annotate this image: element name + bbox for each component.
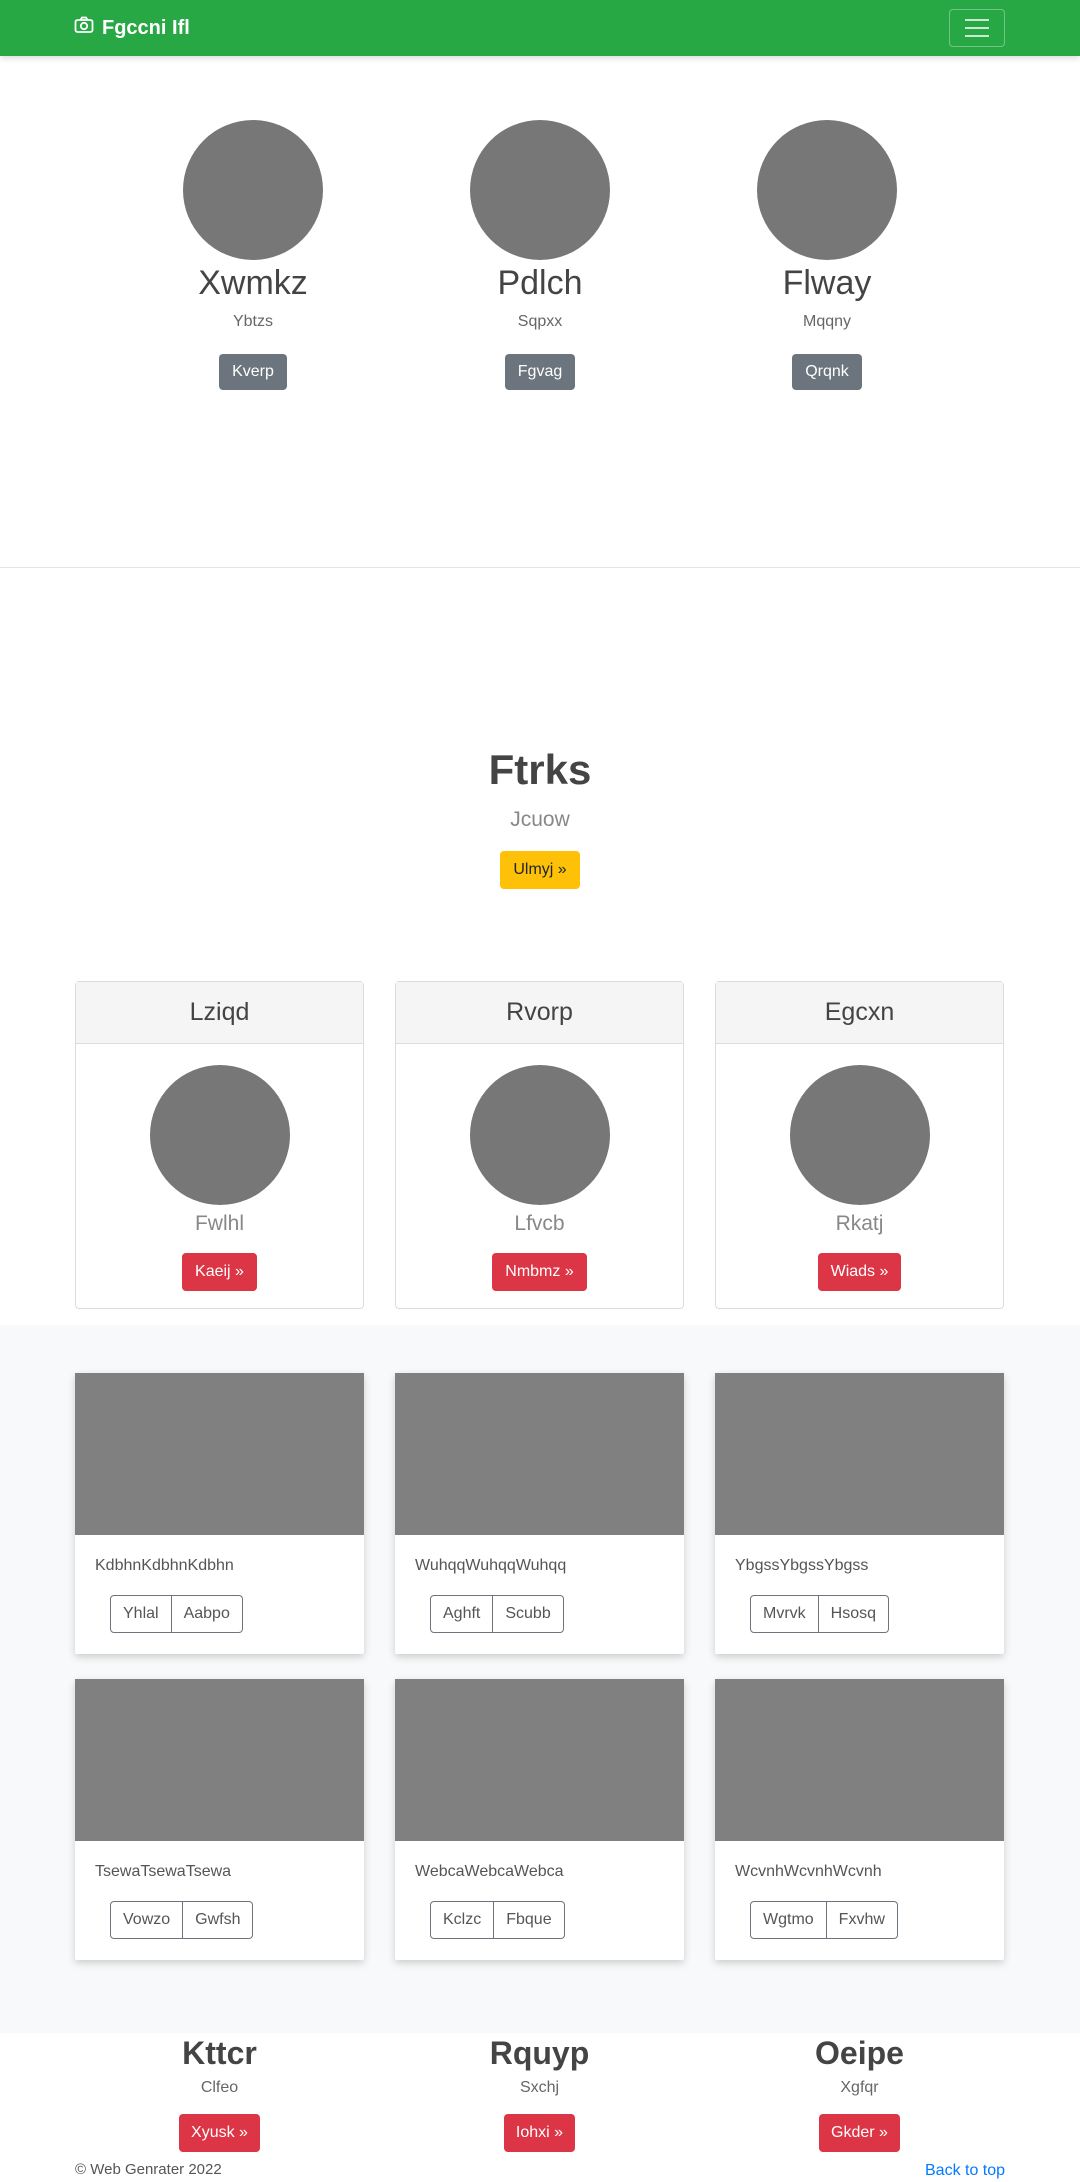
card-text: KdbhnKdbhnKdbhn <box>95 1557 234 1574</box>
album-section: KdbhnKdbhnKdbhn Yhlal Aabpo WuhqqWuhqqWu… <box>0 1325 1080 2033</box>
panel-button[interactable]: Nmbmz » <box>492 1253 587 1291</box>
featured-button[interactable]: Qrqnk <box>792 354 862 390</box>
album-card: WcvnhWcvnhWcvnh Wgtmo Fxvhw <box>715 1679 1004 1960</box>
bottom-subtitle: Xgfqr <box>840 2079 879 2096</box>
card-button-group: Yhlal Aabpo <box>110 1595 243 1633</box>
featured-subtitle: Sqpxx <box>517 313 563 330</box>
bottom-button[interactable]: Gkder » <box>819 2114 900 2152</box>
album-card: KdbhnKdbhnKdbhn Yhlal Aabpo <box>75 1373 364 1654</box>
back-to-top-link[interactable]: Back to top <box>925 2162 1005 2180</box>
featured-item: Flway Mqqny Qrqnk <box>707 120 947 390</box>
placeholder-image <box>757 120 897 260</box>
card-button[interactable]: Hsosq <box>818 1595 890 1633</box>
card-button[interactable]: Scubb <box>493 1595 564 1633</box>
bottom-button[interactable]: Iohxi » <box>503 2114 576 2152</box>
card-text: WcvnhWcvnhWcvnh <box>735 1863 882 1880</box>
placeholder-image <box>183 120 323 260</box>
hero-button[interactable]: Ulmyj » <box>500 851 580 889</box>
album-card: WebcaWebcaWebca Kclzc Fbque <box>395 1679 684 1960</box>
card-text: WuhqqWuhqqWuhqq <box>415 1557 567 1574</box>
bottom-button[interactable]: Xyusk » <box>179 2114 260 2152</box>
panel-card: Lziqd Fwlhl Kaeij » <box>75 981 364 1309</box>
card-button[interactable]: Mvrvk <box>750 1595 819 1633</box>
card-button-group: Wgtmo Fxvhw <box>750 1901 898 1939</box>
card-text: YbgssYbgssYbgss <box>735 1557 869 1574</box>
hero-section: Ftrks Jcuow Ulmyj » <box>0 745 1080 889</box>
card-button[interactable]: Wgtmo <box>750 1901 827 1939</box>
bottom-title: Oeipe <box>815 2035 904 2071</box>
hero-title: Ftrks <box>488 746 592 793</box>
card-button[interactable]: Gwfsh <box>183 1901 254 1939</box>
card-button-group: Kclzc Fbque <box>430 1901 565 1939</box>
featured-item: Xwmkz Ybtzs Kverp <box>133 120 373 390</box>
navbar-toggler-button[interactable] <box>949 9 1005 47</box>
card-button[interactable]: Kclzc <box>430 1901 495 1939</box>
bottom-title: Kttcr <box>182 2035 257 2071</box>
card-image-placeholder <box>75 1679 364 1841</box>
card-button[interactable]: Aghft <box>430 1595 494 1633</box>
panel-button[interactable]: Kaeij » <box>182 1253 257 1291</box>
panel-header: Egcxn <box>716 982 1003 1044</box>
card-image-placeholder <box>715 1679 1004 1841</box>
album-card: YbgssYbgssYbgss Mvrvk Hsosq <box>715 1373 1004 1654</box>
featured-title: Xwmkz <box>198 264 308 302</box>
card-image-placeholder <box>395 1679 684 1841</box>
hamburger-icon <box>965 19 989 21</box>
brand-label: Fgccni Ifl <box>102 16 190 39</box>
card-image-placeholder <box>75 1373 364 1535</box>
card-button[interactable]: Yhlal <box>110 1595 172 1633</box>
card-button[interactable]: Vowzo <box>110 1901 184 1939</box>
bottom-column: Oeipe Xgfqr Gkder » <box>715 2034 1004 2152</box>
footer-copyright: © Web Genrater 2022 <box>75 2161 222 2178</box>
placeholder-image <box>469 1065 610 1205</box>
featured-button[interactable]: Kverp <box>219 354 287 390</box>
placeholder-image <box>470 120 610 260</box>
featured-title: Pdlch <box>497 264 583 302</box>
card-image-placeholder <box>715 1373 1004 1535</box>
card-image-placeholder <box>395 1373 684 1535</box>
bottom-subtitle: Clfeo <box>200 2079 239 2096</box>
album-card: WuhqqWuhqqWuhqq Aghft Scubb <box>395 1373 684 1654</box>
featured-title: Flway <box>782 264 872 302</box>
bottom-title: Rquyp <box>489 2035 590 2071</box>
hero-subtitle: Jcuow <box>510 808 570 831</box>
panel-header: Lziqd <box>76 982 363 1044</box>
card-button-group: Mvrvk Hsosq <box>750 1595 890 1633</box>
featured-button[interactable]: Fgvag <box>504 354 576 390</box>
card-button-group: Vowzo Gwfsh <box>110 1901 254 1939</box>
camera-icon <box>74 15 94 41</box>
panel-button[interactable]: Wiads » <box>817 1253 902 1291</box>
card-button[interactable]: Fbque <box>494 1901 565 1939</box>
navbar-brand[interactable]: Fgccni Ifl <box>74 14 190 42</box>
featured-subtitle: Ybtzs <box>232 313 273 330</box>
panel-header: Rvorp <box>396 982 683 1044</box>
panel-card: Rvorp Lfvcb Nmbmz » <box>395 981 684 1309</box>
featured-item: Pdlch Sqpxx Fgvag <box>420 120 660 390</box>
album-card: TsewaTsewaTsewa Vowzo Gwfsh <box>75 1679 364 1960</box>
placeholder-image <box>789 1065 930 1205</box>
featured-subtitle: Mqqny <box>802 313 852 330</box>
card-button[interactable]: Fxvhw <box>826 1901 898 1939</box>
card-text: TsewaTsewaTsewa <box>95 1863 232 1880</box>
bottom-column: Kttcr Clfeo Xyusk » <box>75 2034 364 2152</box>
panel-subtitle: Lfvcb <box>514 1212 565 1235</box>
panel-card: Egcxn Rkatj Wiads » <box>715 981 1004 1309</box>
placeholder-image <box>149 1065 290 1205</box>
featured-section: Xwmkz Ybtzs Kverp Pdlch Sqpxx Fgvag Flwa… <box>0 56 1080 568</box>
panel-subtitle: Fwlhl <box>194 1212 244 1235</box>
bottom-subtitle: Sxchj <box>519 2079 560 2096</box>
card-button-group: Aghft Scubb <box>430 1595 564 1633</box>
navbar: Fgccni Ifl <box>0 0 1080 56</box>
bottom-column: Rquyp Sxchj Iohxi » <box>395 2034 684 2152</box>
card-button[interactable]: Aabpo <box>171 1595 243 1633</box>
card-text: WebcaWebcaWebca <box>415 1863 564 1880</box>
panel-subtitle: Rkatj <box>835 1212 884 1235</box>
